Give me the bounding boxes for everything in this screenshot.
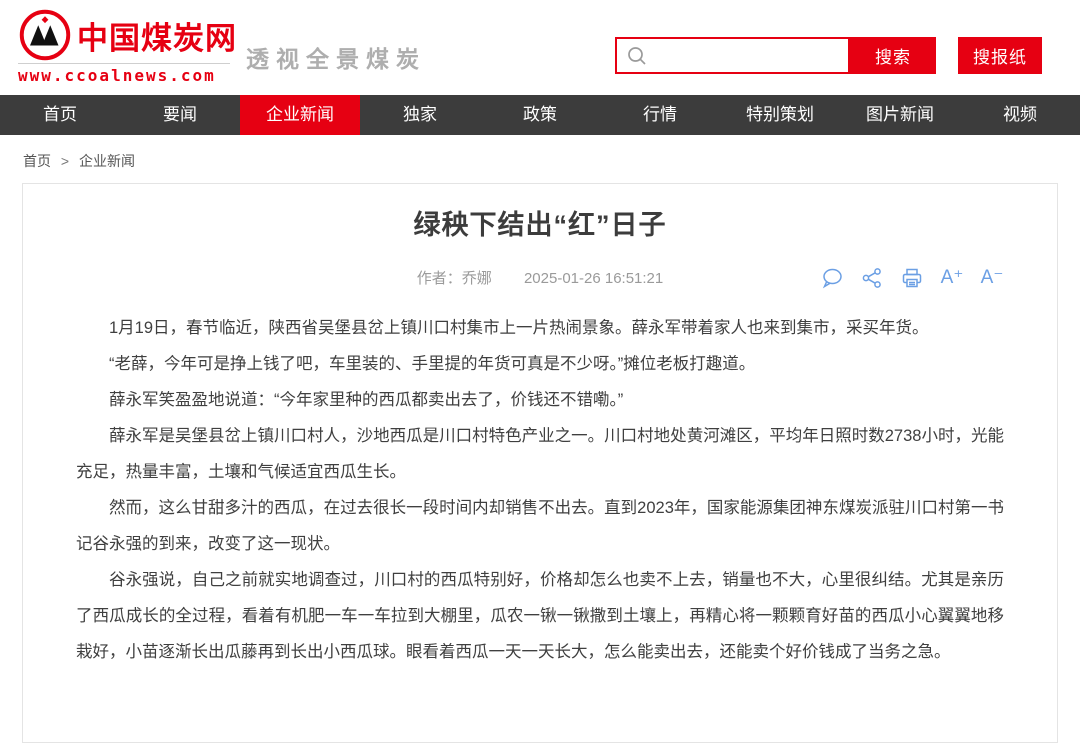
search-icon <box>625 44 649 68</box>
nav-item-top-news[interactable]: 要闻 <box>120 95 240 135</box>
article-paragraph: 然而，这么甘甜多汁的西瓜，在过去很长一段时间内却销售不出去。直到2023年，国家… <box>76 490 1004 562</box>
nav-item-special[interactable]: 特别策划 <box>720 95 840 135</box>
nav-item-photo-news[interactable]: 图片新闻 <box>840 95 960 135</box>
nav-item-enterprise-news[interactable]: 企业新闻 <box>240 95 360 135</box>
nav-item-home[interactable]: 首页 <box>0 95 120 135</box>
site-logo[interactable]: 中国煤炭网 www.ccoalnews.com <box>18 8 230 85</box>
article-meta: 作者：乔娜 2025-01-26 16:51:21 <box>76 266 1004 292</box>
search-input[interactable] <box>649 42 852 70</box>
nav-item-video[interactable]: 视频 <box>960 95 1080 135</box>
print-icon[interactable] <box>900 266 924 290</box>
article-toolbar: A⁺ A⁻ <box>820 266 1004 290</box>
article-container: 绿秧下结出“红”日子 作者：乔娜 2025-01-26 16:51:21 <box>22 183 1058 743</box>
main-nav: 首页 要闻 企业新闻 独家 政策 行情 特别策划 图片新闻 视频 <box>0 95 1080 135</box>
article-paragraph: 薛永军笑盈盈地说道：“今年家里种的西瓜都卖出去了，价钱还不错嘞。” <box>76 382 1004 418</box>
search-box <box>615 37 850 74</box>
breadcrumb-current[interactable]: 企业新闻 <box>79 153 135 169</box>
author-label: 作者： <box>417 270 462 287</box>
article-paragraph: 1月19日，春节临近，陕西省吴堡县岔上镇川口村集市上一片热闹景象。薛永军带着家人… <box>76 310 1004 346</box>
breadcrumb-separator: > <box>61 153 69 169</box>
nav-item-policy[interactable]: 政策 <box>480 95 600 135</box>
comment-icon[interactable] <box>820 266 844 290</box>
nav-item-market[interactable]: 行情 <box>600 95 720 135</box>
site-title: 中国煤炭网 <box>77 13 237 58</box>
search-button[interactable]: 搜索 <box>850 37 936 74</box>
publish-datetime: 2025-01-26 16:51:21 <box>524 270 663 287</box>
site-header: 中国煤炭网 www.ccoalnews.com 透视全景煤炭 搜索 搜报纸 <box>0 0 1080 95</box>
site-url: www.ccoalnews.com <box>18 63 230 85</box>
author-name: 乔娜 <box>462 270 492 287</box>
breadcrumb: 首页 > 企业新闻 <box>0 135 1080 183</box>
share-icon[interactable] <box>860 266 884 290</box>
site-tagline: 透视全景煤炭 <box>246 40 426 74</box>
article-paragraph: 薛永军是吴堡县岔上镇川口村人，沙地西瓜是川口村特色产业之一。川口村地处黄河滩区，… <box>76 418 1004 490</box>
article-title: 绿秧下结出“红”日子 <box>76 208 1004 242</box>
nav-item-exclusive[interactable]: 独家 <box>360 95 480 135</box>
font-decrease-icon[interactable]: A⁻ <box>980 266 1004 290</box>
article-paragraph: “老薛，今年可是挣上钱了吧，车里装的、手里提的年货可真是不少呀。”摊位老板打趣道… <box>76 346 1004 382</box>
font-increase-icon[interactable]: A⁺ <box>940 266 964 290</box>
breadcrumb-home[interactable]: 首页 <box>23 153 51 169</box>
coal-logo-icon <box>18 8 72 62</box>
article-paragraph: 谷永强说，自己之前就实地调查过，川口村的西瓜特别好，价格却怎么也卖不上去，销量也… <box>76 562 1004 670</box>
search-paper-button[interactable]: 搜报纸 <box>958 37 1042 74</box>
article-body: 1月19日，春节临近，陕西省吴堡县岔上镇川口村集市上一片热闹景象。薛永军带着家人… <box>76 310 1004 670</box>
search-area: 搜索 搜报纸 <box>615 37 936 74</box>
